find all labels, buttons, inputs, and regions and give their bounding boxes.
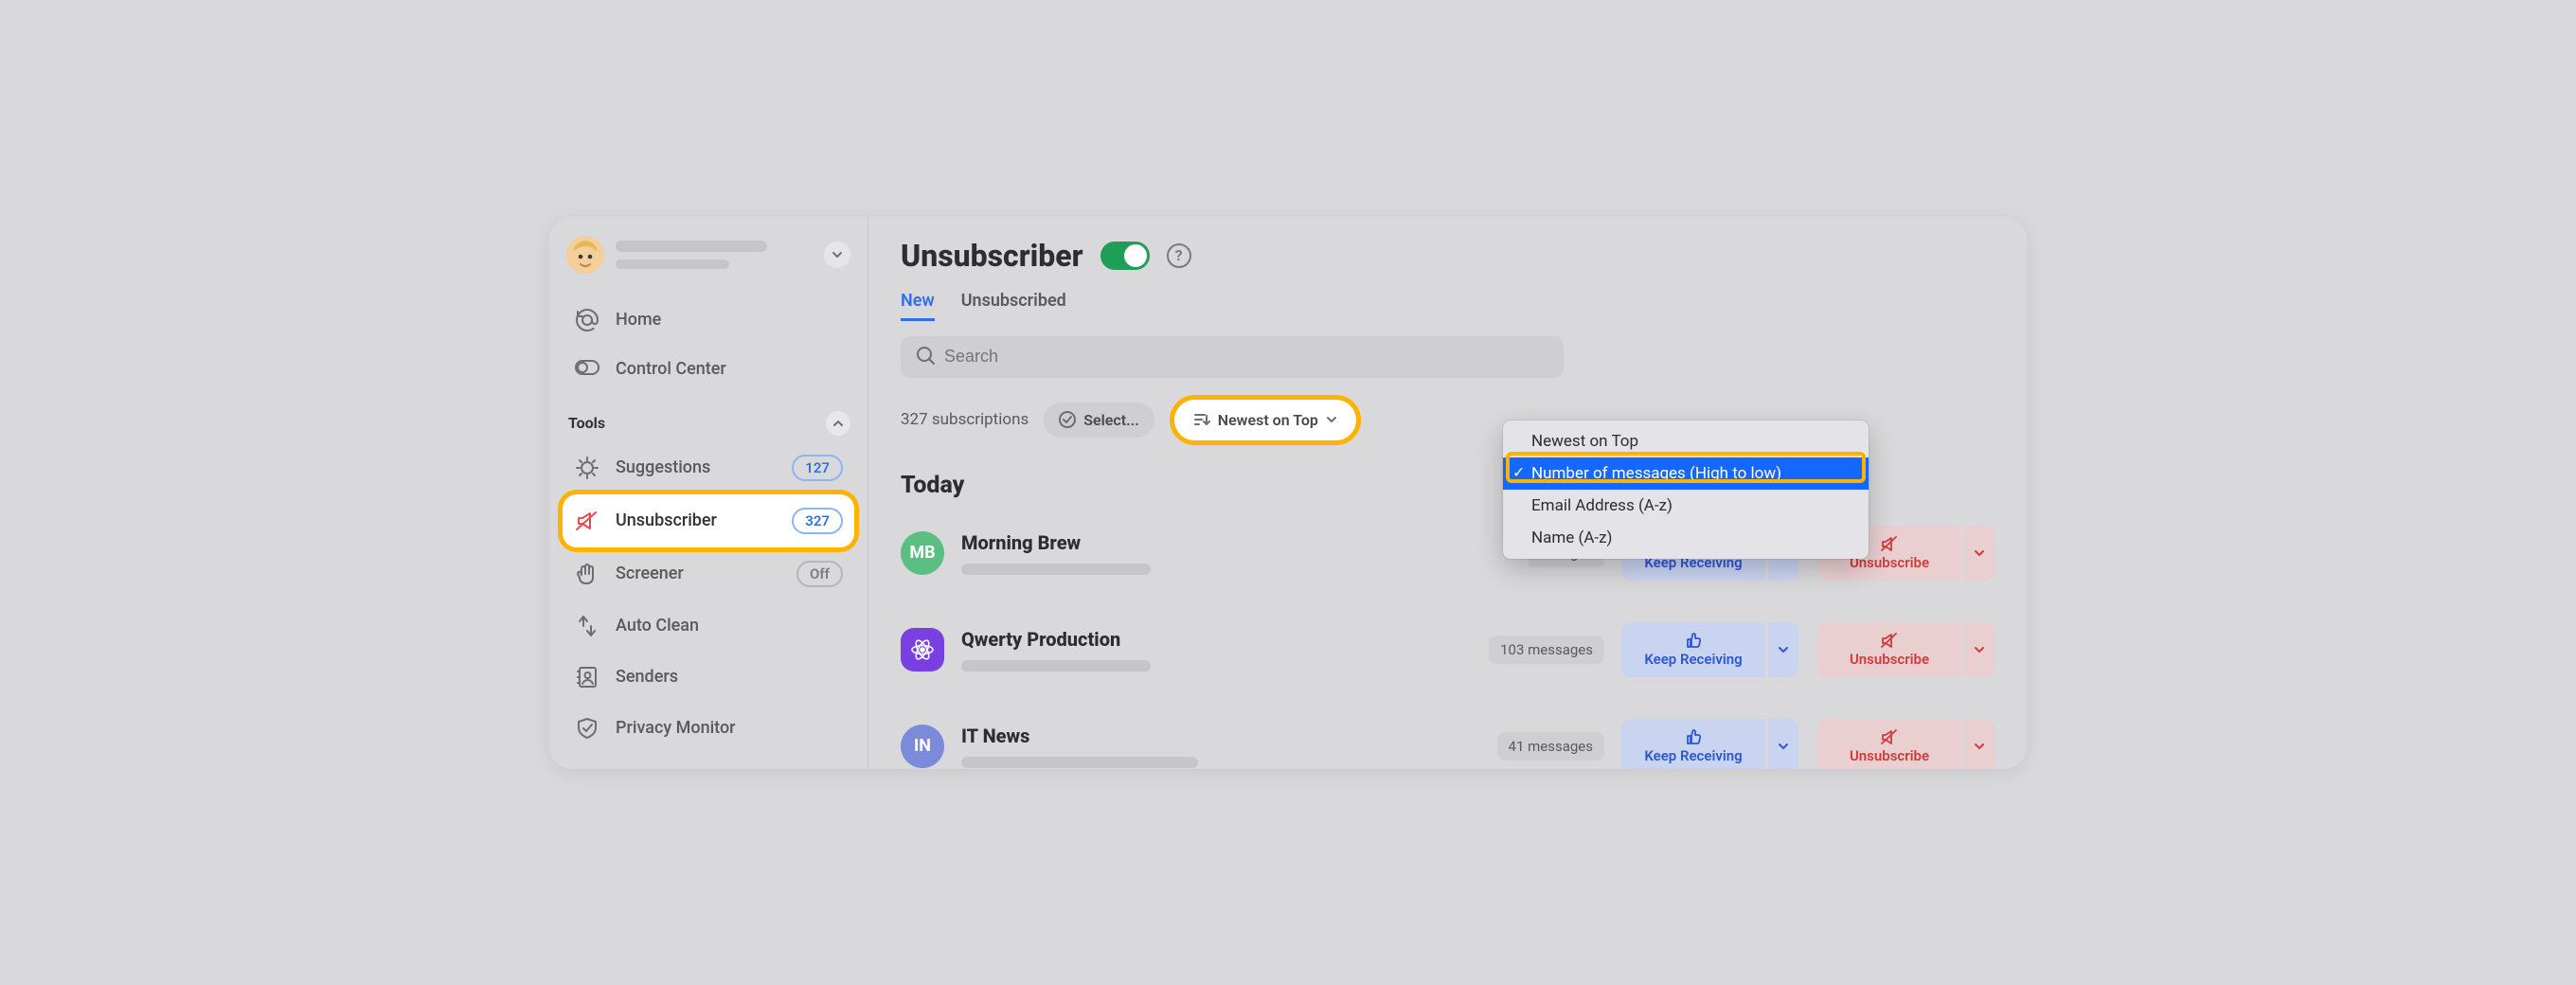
account-caret[interactable] <box>824 242 850 268</box>
sort-button[interactable]: Newest on Top <box>1180 405 1351 435</box>
at-refresh-icon <box>574 308 600 332</box>
tabs: New Unsubscribed <box>901 291 1995 321</box>
unsubscribe-button[interactable]: Unsubscribe <box>1817 719 1961 769</box>
sort-menu: Newest on Top Number of messages (High t… <box>1503 421 1869 559</box>
thumbs-up-icon <box>1685 728 1702 745</box>
keep-receiving-button[interactable]: Keep Receiving <box>1621 719 1765 769</box>
sender-address-placeholder <box>961 660 1151 672</box>
sidebar-item-label: Auto Clean <box>616 616 699 636</box>
search-input[interactable] <box>944 347 1548 367</box>
help-button[interactable]: ? <box>1167 243 1191 268</box>
sidebar-item-label: Senders <box>616 667 678 687</box>
toggle-icon <box>574 360 600 377</box>
count-badge: 127 <box>792 455 843 481</box>
main-content: Unsubscriber ? New Unsubscribed 327 subs… <box>868 217 2027 769</box>
lightbulb-icon <box>574 456 600 480</box>
sidebar-item-unsubscriber[interactable]: Unsubscriber 327 <box>563 494 854 547</box>
thumbs-up-icon <box>1685 632 1702 649</box>
message-count-badge: 103 messages <box>1489 636 1604 664</box>
sidebar: Home Control Center Tools <box>549 217 868 769</box>
button-label: Keep Receiving <box>1644 651 1742 668</box>
sidebar-item-suggestions[interactable]: Suggestions 127 <box>563 441 854 494</box>
megaphone-off-icon <box>1880 728 1899 745</box>
sidebar-section-tools: Tools <box>563 392 854 441</box>
subscription-count: 327 subscriptions <box>901 410 1029 429</box>
contacts-icon <box>574 665 600 690</box>
count-badge: 327 <box>792 508 843 534</box>
page-title: Unsubscriber <box>901 238 1083 274</box>
search-icon <box>916 346 935 368</box>
chevron-down-icon <box>1326 414 1337 425</box>
sidebar-item-privacy-monitor[interactable]: Privacy Monitor <box>563 703 854 754</box>
select-label: Select... <box>1083 411 1139 429</box>
sender-avatar: IN <box>901 725 944 768</box>
keep-receiving-split: Keep Receiving <box>1621 622 1798 677</box>
sort-option-email[interactable]: Email Address (A-z) <box>1503 490 1869 522</box>
megaphone-off-icon <box>1880 632 1899 649</box>
megaphone-off-icon <box>1880 535 1899 552</box>
sidebar-item-label: Control Center <box>616 359 726 379</box>
sidebar-item-label: Unsubscriber <box>616 510 717 530</box>
auto-clean-icon <box>574 614 600 638</box>
sidebar-item-label: Suggestions <box>616 457 710 477</box>
tab-unsubscribed[interactable]: Unsubscribed <box>961 291 1066 321</box>
sidebar-item-label: Privacy Monitor <box>616 718 736 738</box>
sort-option-messages[interactable]: Number of messages (High to low) <box>1503 457 1869 490</box>
tab-new[interactable]: New <box>901 291 935 321</box>
unsubscribe-more[interactable] <box>1964 622 1995 677</box>
shield-check-icon <box>574 716 600 741</box>
sort-label: Newest on Top <box>1218 411 1318 429</box>
hand-icon <box>574 562 600 586</box>
sidebar-item-auto-clean[interactable]: Auto Clean <box>563 600 854 652</box>
search-bar[interactable] <box>901 336 1564 378</box>
sidebar-item-control-center[interactable]: Control Center <box>563 346 854 392</box>
button-label: Unsubscribe <box>1850 747 1929 764</box>
sidebar-item-screener[interactable]: Screener Off <box>563 547 854 600</box>
message-count-badge: 41 messages <box>1497 732 1604 761</box>
keep-receiving-button[interactable]: Keep Receiving <box>1621 622 1765 677</box>
app-window: Home Control Center Tools <box>549 217 2027 769</box>
sort-option-name[interactable]: Name (A-z) <box>1503 522 1869 554</box>
sender-avatar: MB <box>901 531 944 575</box>
keep-receiving-more[interactable] <box>1768 622 1798 677</box>
unsubscribe-more[interactable] <box>1964 526 1995 581</box>
sender-name: Qwerty Production <box>961 628 1151 651</box>
button-label: Unsubscribe <box>1850 651 1929 668</box>
account-switcher[interactable] <box>563 234 854 295</box>
list-item[interactable]: IN IT News 41 messages Keep Receiving <box>901 698 1995 769</box>
sender-address-placeholder <box>961 757 1198 768</box>
sender-address-placeholder <box>961 564 1151 575</box>
status-badge: Off <box>796 561 843 587</box>
sort-option-newest[interactable]: Newest on Top <box>1503 425 1869 457</box>
keep-receiving-more[interactable] <box>1768 719 1798 769</box>
unsubscribe-button[interactable]: Unsubscribe <box>1817 622 1961 677</box>
sender-name: IT News <box>961 725 1198 747</box>
section-label: Tools <box>568 414 605 432</box>
unsubscribe-split: Unsubscribe <box>1817 719 1995 769</box>
select-all-button[interactable]: Select... <box>1044 403 1154 438</box>
keep-receiving-split: Keep Receiving <box>1621 719 1798 769</box>
sidebar-item-senders[interactable]: Senders <box>563 652 854 703</box>
unsubscribe-more[interactable] <box>1964 719 1995 769</box>
account-name-placeholder <box>616 241 767 269</box>
feature-toggle[interactable] <box>1100 242 1150 270</box>
button-label: Keep Receiving <box>1644 747 1742 764</box>
sender-avatar <box>901 628 944 672</box>
unsubscribe-split: Unsubscribe <box>1817 622 1995 677</box>
sender-name: Morning Brew <box>961 531 1151 554</box>
sidebar-item-label: Screener <box>616 564 684 583</box>
tutorial-highlight-sort: Newest on Top <box>1170 395 1361 445</box>
sidebar-item-home[interactable]: Home <box>563 295 854 346</box>
list-item[interactable]: Qwerty Production 103 messages Keep Rece… <box>901 601 1995 698</box>
megaphone-off-icon <box>574 509 600 533</box>
sidebar-item-label: Home <box>616 310 661 330</box>
collapse-tools-button[interactable] <box>826 411 850 436</box>
avatar <box>566 236 604 274</box>
